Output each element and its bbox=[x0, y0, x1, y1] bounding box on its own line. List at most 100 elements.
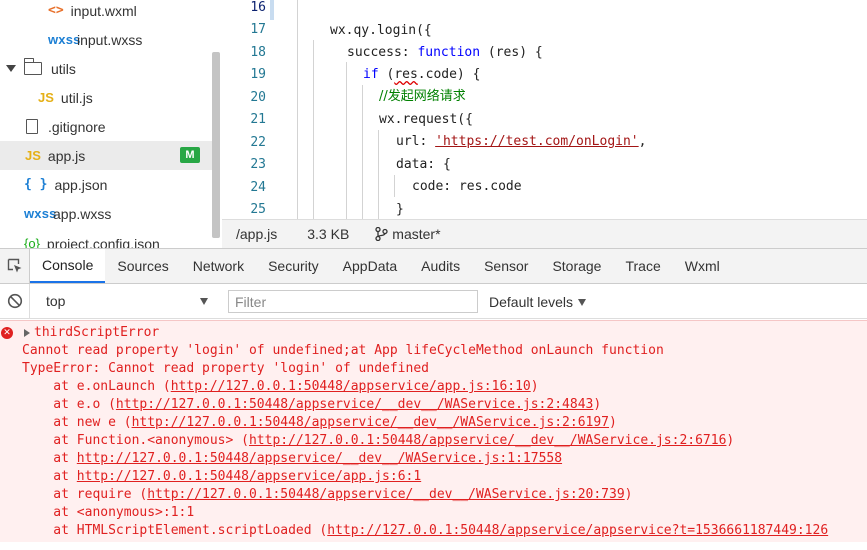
indent-guide bbox=[297, 0, 298, 219]
status-file-path: /app.js bbox=[236, 226, 278, 242]
tab-network[interactable]: Network bbox=[181, 249, 256, 283]
console-line: at e.o (http://127.0.0.1:50448/appservic… bbox=[22, 396, 601, 414]
stack-frame-link[interactable]: http://127.0.0.1:50448/appservice/app.js… bbox=[77, 469, 421, 484]
wxss-file-icon: wxss bbox=[24, 206, 57, 221]
code-line-23: data: { bbox=[396, 157, 451, 172]
stack-frame-link[interactable]: http://127.0.0.1:50448/appservice/__dev_… bbox=[116, 397, 593, 412]
stack-frame-text: at require ( bbox=[22, 487, 148, 502]
tab-appdata[interactable]: AppData bbox=[331, 249, 409, 283]
tab-storage[interactable]: Storage bbox=[540, 249, 613, 283]
stack-frame-text: at e.onLaunch ( bbox=[22, 379, 171, 394]
stack-frame-link[interactable]: http://127.0.0.1:50448/appservice/appser… bbox=[327, 523, 828, 538]
clear-console-button[interactable] bbox=[0, 284, 30, 318]
file-explorer: <> input.wxml wxss input.wxss utils JS u… bbox=[0, 0, 222, 248]
console-line: at Function.<anonymous> (http://127.0.0.… bbox=[22, 432, 734, 450]
stack-frame-link[interactable]: http://127.0.0.1:50448/appservice/__dev_… bbox=[132, 415, 609, 430]
tree-item-input-wxml[interactable]: <> input.wxml bbox=[0, 0, 212, 25]
expand-arrow-icon[interactable] bbox=[24, 329, 30, 337]
stack-frame-link[interactable]: http://127.0.0.1:50448/appservice/__dev_… bbox=[249, 433, 726, 448]
js-file-icon: JS bbox=[38, 90, 54, 105]
console-line: at HTMLScriptElement.scriptLoaded (http:… bbox=[22, 522, 828, 540]
stack-frame-link[interactable]: http://127.0.0.1:50448/appservice/app.js… bbox=[171, 379, 531, 394]
line-number: 19 bbox=[250, 67, 266, 82]
tab-security[interactable]: Security bbox=[256, 249, 331, 283]
tree-item-label: app.wxss bbox=[53, 205, 112, 222]
tree-item-app-json[interactable]: { } app.json bbox=[0, 170, 212, 199]
stack-frame-text: ) bbox=[726, 433, 735, 448]
console-line: TypeError: Cannot read property 'login' … bbox=[22, 360, 429, 378]
tree-item-label: project.config.json bbox=[46, 235, 160, 249]
line-number: 24 bbox=[250, 180, 266, 195]
status-branch[interactable]: master* bbox=[375, 226, 441, 242]
tree-item-label: input.wxss bbox=[77, 31, 143, 48]
line-number-gutter: 16 17 18 19 20 21 22 23 24 25 bbox=[222, 0, 270, 219]
explorer-scrollbar[interactable] bbox=[212, 52, 220, 238]
tree-item-util-js[interactable]: JS util.js bbox=[0, 83, 212, 112]
tree-item-input-wxss[interactable]: wxss input.wxss bbox=[0, 25, 212, 54]
block-icon bbox=[7, 293, 22, 309]
stack-frame-link[interactable]: http://127.0.0.1:50448/appservice/__dev_… bbox=[147, 487, 624, 502]
line-number: 17 bbox=[250, 22, 266, 37]
modified-badge: M bbox=[180, 147, 200, 163]
code-line-25: } bbox=[396, 202, 404, 217]
stack-frame-text: at Function.<anonymous> ( bbox=[22, 433, 249, 448]
editor-statusbar: /app.js 3.3 KB master* bbox=[222, 219, 867, 248]
log-levels-dropdown[interactable]: Default levels bbox=[489, 290, 587, 314]
tab-audits[interactable]: Audits bbox=[409, 249, 472, 283]
indent-guide bbox=[313, 40, 314, 219]
chevron-down-icon bbox=[200, 297, 208, 305]
tree-item-utils-folder[interactable]: utils bbox=[0, 54, 212, 83]
stack-frame-link[interactable]: http://127.0.0.1:50448/appservice/__dev_… bbox=[77, 451, 562, 466]
devtools-tabbar: Console Sources Network Security AppData… bbox=[0, 248, 867, 284]
console-line: at http://127.0.0.1:50448/appservice/__d… bbox=[22, 450, 562, 468]
folder-icon bbox=[23, 58, 42, 75]
code-line-21: wx.request({ bbox=[379, 112, 473, 127]
tab-wxml[interactable]: Wxml bbox=[673, 249, 732, 283]
current-line-indicator bbox=[270, 0, 274, 20]
indent-guide bbox=[346, 62, 347, 219]
tree-item-app-js[interactable]: JS app.js M bbox=[0, 141, 212, 170]
json-file-icon: { } bbox=[24, 177, 48, 192]
stack-frame-text: ) bbox=[593, 397, 602, 412]
indent-guide bbox=[394, 175, 395, 197]
tree-item-project-config-json[interactable]: {o} project.config.json bbox=[0, 229, 212, 249]
chevron-down-icon bbox=[578, 298, 587, 306]
tab-sources[interactable]: Sources bbox=[105, 249, 180, 283]
code-editor[interactable]: 16 17 18 19 20 21 22 23 24 25 wx.qy.logi… bbox=[222, 0, 867, 219]
console-line: Cannot read property 'login' of undefine… bbox=[22, 342, 664, 360]
context-select[interactable]: top bbox=[36, 289, 216, 313]
code-line-17: wx.qy.login({ bbox=[330, 23, 432, 38]
tab-sensor[interactable]: Sensor bbox=[472, 249, 540, 283]
error-title[interactable]: thirdScriptError bbox=[34, 324, 159, 342]
tree-item-gitignore[interactable]: .gitignore bbox=[0, 112, 212, 141]
gear-icon: {o} bbox=[24, 236, 40, 248]
code-line-22: url: 'https://test.com/onLogin', bbox=[396, 134, 647, 149]
js-file-icon: JS bbox=[25, 148, 41, 163]
console-toolbar: top Default levels bbox=[0, 284, 867, 319]
line-number: 25 bbox=[250, 202, 266, 217]
line-number: 18 bbox=[250, 45, 266, 60]
line-number: 22 bbox=[250, 135, 266, 150]
inspect-element-button[interactable] bbox=[0, 249, 30, 283]
stack-frame-text: ) bbox=[624, 487, 633, 502]
stack-frame-text: at bbox=[22, 451, 77, 466]
console-line: at http://127.0.0.1:50448/appservice/app… bbox=[22, 468, 421, 486]
line-number: 23 bbox=[250, 157, 266, 172]
filter-input[interactable] bbox=[228, 290, 478, 313]
code-line-24: code: res.code bbox=[412, 179, 522, 194]
html-file-icon: <> bbox=[48, 3, 64, 18]
indent-guide bbox=[378, 130, 379, 219]
tab-trace[interactable]: Trace bbox=[613, 249, 672, 283]
tree-item-label: app.json bbox=[54, 176, 108, 193]
stack-frame-text: at bbox=[22, 469, 77, 484]
tab-console[interactable]: Console bbox=[30, 249, 106, 283]
stack-frame-text: at <anonymous>:1:1 bbox=[22, 505, 195, 520]
console-line: at new e (http://127.0.0.1:50448/appserv… bbox=[22, 414, 617, 432]
log-levels-label: Default levels bbox=[489, 294, 574, 310]
tree-item-label: .gitignore bbox=[48, 118, 106, 135]
console-line: at require (http://127.0.0.1:50448/appse… bbox=[22, 486, 633, 504]
console-line: at <anonymous>:1:1 bbox=[22, 504, 194, 522]
tree-item-app-wxss[interactable]: wxss app.wxss bbox=[0, 199, 212, 228]
status-file-size: 3.3 KB bbox=[307, 226, 350, 242]
tree-item-label: app.js bbox=[47, 147, 86, 164]
